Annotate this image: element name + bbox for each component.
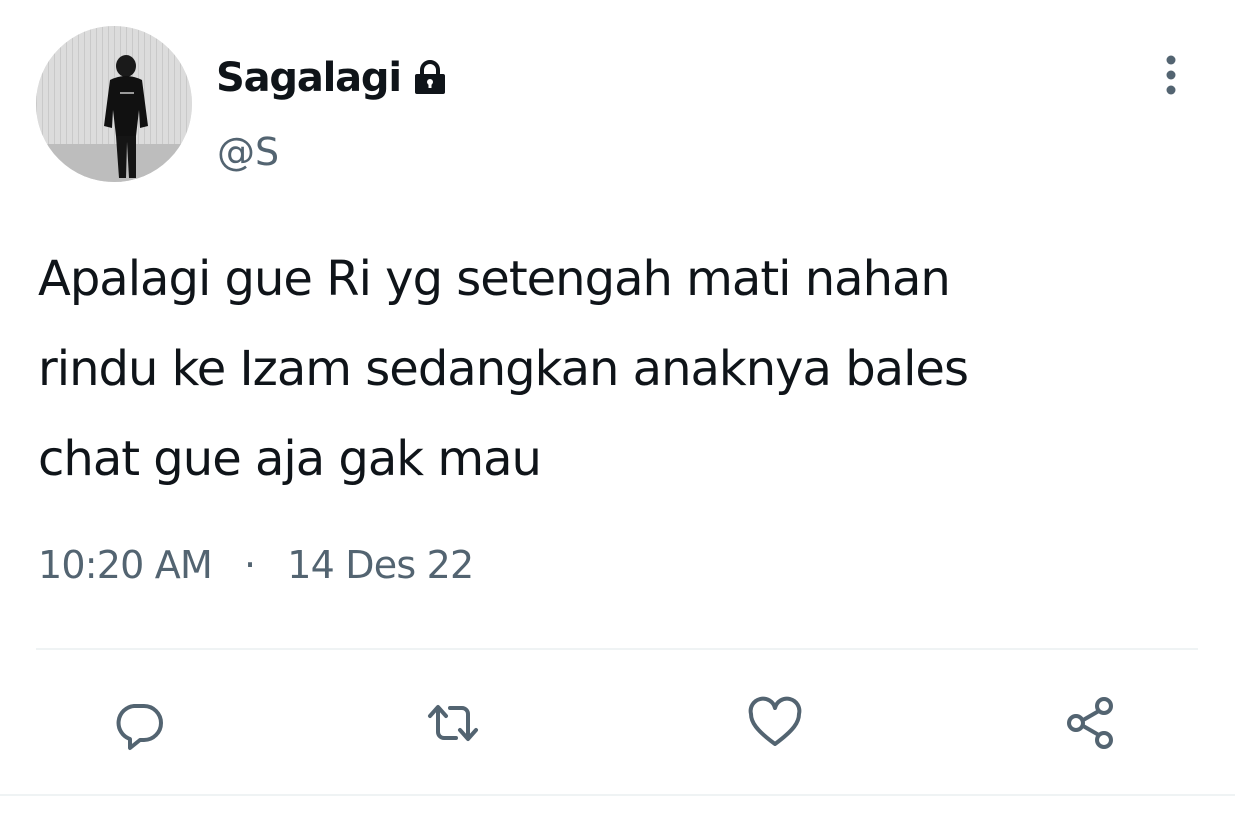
tweet-text-line: Apalagi gue Ri yg setengah mati nahan (38, 251, 951, 307)
tweet-time[interactable]: 10:20 AM (38, 543, 213, 587)
like-button[interactable] (744, 692, 806, 754)
lock-icon (411, 59, 449, 97)
avatar-photo (36, 26, 192, 182)
display-name[interactable]: Sagalagi (216, 55, 402, 101)
tweet-metadata: 10:20 AM · 14 Des 22 (38, 543, 474, 587)
retweet-button[interactable] (422, 692, 484, 754)
meta-separator: · (243, 543, 256, 587)
heart-icon (748, 696, 802, 746)
reply-button[interactable] (108, 692, 170, 754)
divider (36, 648, 1198, 650)
tweet-card: Sagalagi @S Apalagi gue Ri yg setengah m… (0, 0, 1235, 813)
tweet-text: Apalagi gue Ri yg setengah mati nahan ri… (38, 234, 1178, 504)
more-options-icon[interactable] (1152, 52, 1190, 98)
reply-icon (116, 704, 163, 750)
user-name-row: Sagalagi (216, 50, 449, 106)
tweet-text-line: chat gue aja gak mau (38, 431, 542, 487)
tweet-text-line: rindu ke Izam sedangkan anaknya bales (38, 341, 969, 397)
retweet-icon (428, 705, 478, 741)
share-button[interactable] (1060, 692, 1122, 754)
share-icon (1067, 697, 1113, 749)
avatar[interactable] (36, 26, 192, 182)
tweet-date[interactable]: 14 Des 22 (287, 543, 474, 587)
bottom-divider (0, 794, 1235, 796)
user-handle[interactable]: @S (217, 130, 279, 174)
